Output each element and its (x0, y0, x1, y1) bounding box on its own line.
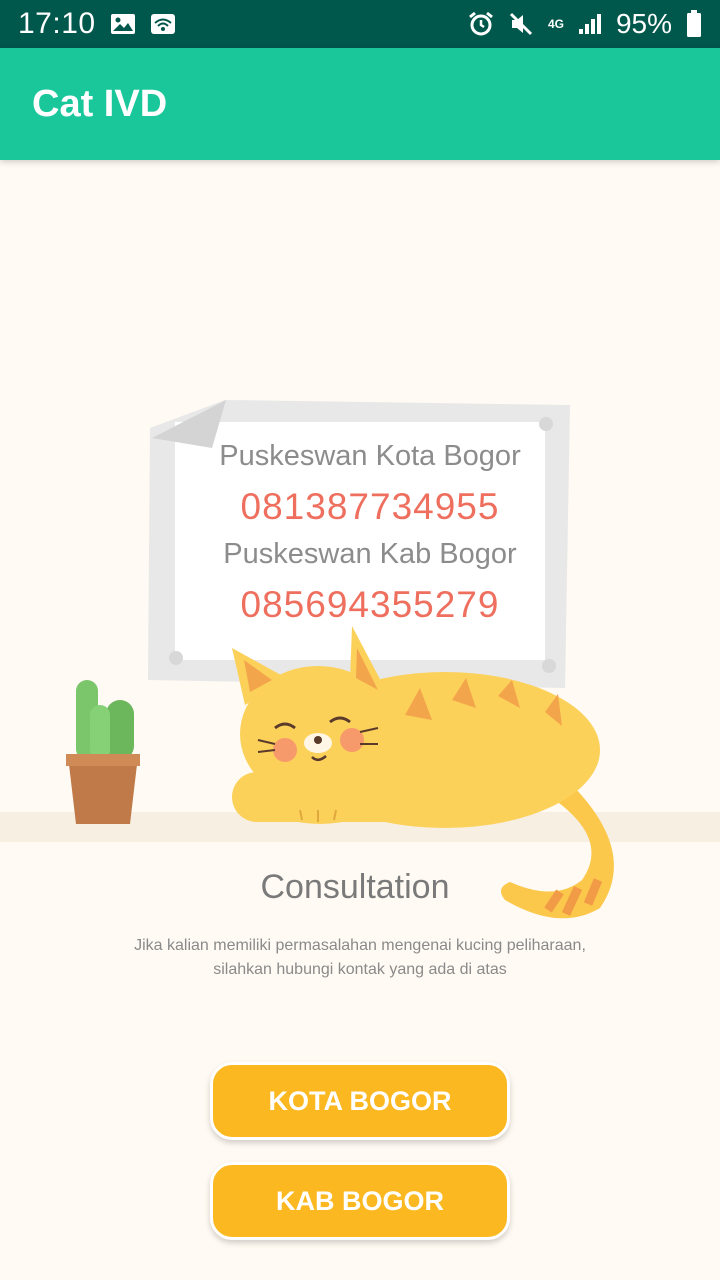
cactus-plant (66, 680, 140, 824)
consultation-screen: Puskeswan Kota Bogor 081387734955 Puskes… (0, 160, 720, 1280)
status-bar: 17:10 4G 95% (0, 0, 720, 48)
contact-phone-kab[interactable]: 085694355279 (150, 584, 590, 626)
kota-bogor-button[interactable]: KOTA BOGOR (210, 1062, 510, 1140)
signal-icon (578, 13, 602, 35)
description-line-1: Jika kalian memiliki permasalahan mengen… (134, 937, 586, 954)
kab-bogor-button[interactable]: KAB BOGOR (210, 1162, 510, 1240)
app-bar: Cat IVD (0, 48, 720, 160)
network-4g-icon: 4G (547, 17, 564, 31)
app-title: Cat IVD (32, 82, 168, 125)
alarm-icon (468, 11, 494, 37)
battery-level: 95% (615, 8, 672, 39)
mute-icon (508, 11, 534, 37)
description-line-2: silahkan hubungi kontak yang ada di atas (213, 961, 507, 978)
consultation-description: Jika kalian memiliki permasalahan mengen… (80, 934, 640, 982)
wifi-hotspot-icon (150, 13, 176, 35)
contact-name-kab: Puskeswan Kab Bogor (223, 538, 517, 570)
status-time: 17:10 (18, 7, 96, 40)
battery-icon (686, 10, 702, 38)
contact-phone-kota[interactable]: 081387734955 (150, 486, 590, 528)
image-icon (110, 13, 136, 35)
contact-name-kota: Puskeswan Kota Bogor (219, 440, 521, 472)
consultation-heading: Consultation (260, 868, 450, 906)
